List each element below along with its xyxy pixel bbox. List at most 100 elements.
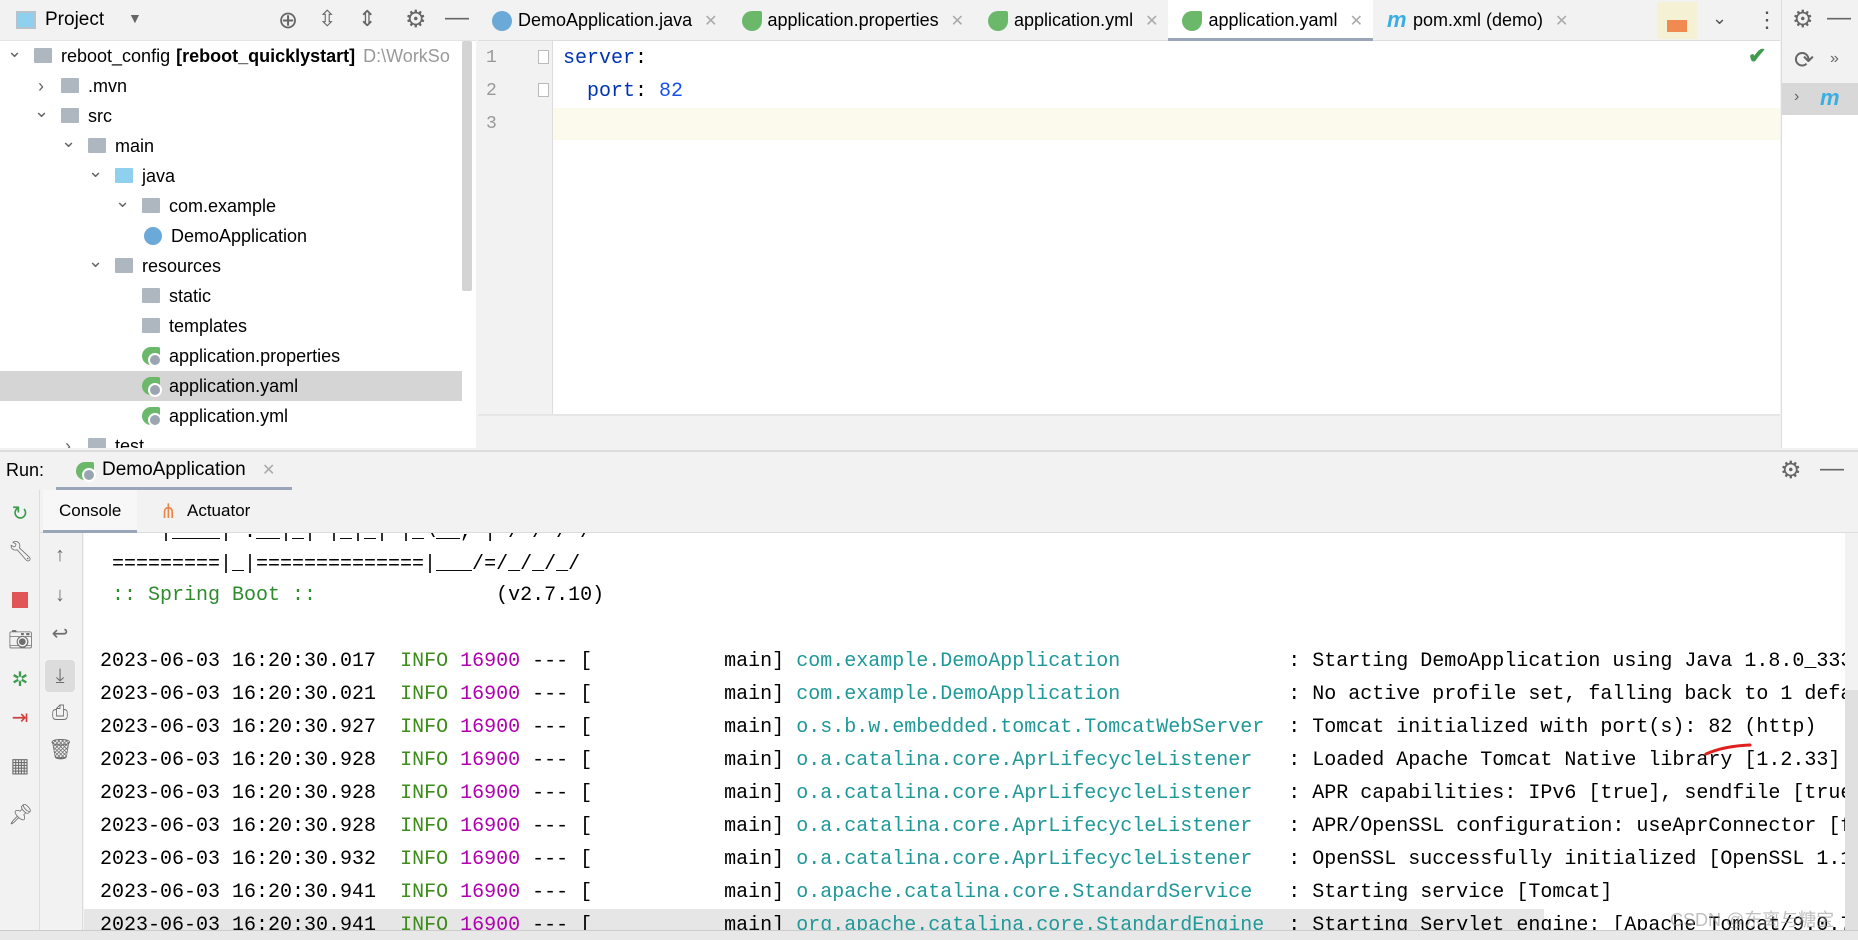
- log-level: INFO: [400, 881, 449, 904]
- fold-marker-icon[interactable]: [538, 50, 549, 64]
- folder-icon: [61, 108, 79, 123]
- log-logger[interactable]: com.example.DemoApplication: [796, 683, 1120, 706]
- minimize-icon[interactable]: —: [445, 4, 469, 32]
- tree-item[interactable]: application.yml: [0, 401, 462, 431]
- xml-file-tab-icon[interactable]: [1657, 2, 1697, 39]
- close-icon[interactable]: ✕: [1350, 11, 1363, 31]
- log-logger[interactable]: o.a.catalina.core.AprLifecycleListener: [796, 749, 1252, 772]
- rerun-icon[interactable]: ↻: [8, 502, 32, 526]
- folder-icon: [61, 78, 79, 93]
- fold-marker-icon[interactable]: [538, 83, 549, 97]
- editor-tab[interactable]: DemoApplication.java ✕: [478, 0, 728, 41]
- locate-icon[interactable]: ⊕: [278, 6, 298, 35]
- close-icon[interactable]: ✕: [1555, 11, 1568, 31]
- log-logger[interactable]: o.apache.catalina.core.StandardService: [796, 881, 1252, 904]
- log-pid: 16900: [460, 815, 521, 838]
- editor-tab[interactable]: application.yml ✕: [974, 0, 1168, 41]
- close-icon[interactable]: ✕: [704, 11, 717, 31]
- maven-project-row[interactable]: › m: [1782, 83, 1858, 115]
- wrench-icon[interactable]: 🔧︎: [8, 540, 33, 564]
- log-message: Starting DemoApplication using Java 1.8.…: [1312, 650, 1845, 673]
- code-editor[interactable]: 1 2 3 ✔ server: port: 82: [478, 41, 1780, 414]
- tree-item[interactable]: templates: [0, 311, 462, 341]
- collapse-all-icon[interactable]: ⇕: [358, 6, 376, 32]
- log-logger[interactable]: o.s.b.w.embedded.tomcat.TomcatWebServer: [796, 716, 1264, 739]
- reload-icon[interactable]: ⟳: [1794, 46, 1814, 75]
- debug-icon[interactable]: ✲: [8, 668, 32, 692]
- tab-label: pom.xml (demo): [1412, 10, 1543, 30]
- tab-list-chevron-icon[interactable]: ⌄: [1712, 8, 1727, 29]
- tab-console[interactable]: Console: [43, 490, 137, 533]
- print-icon[interactable]: ⎙: [48, 701, 72, 725]
- pin-icon[interactable]: 📌︎: [8, 803, 33, 827]
- code-line[interactable]: port: 82: [563, 75, 683, 108]
- chevron-down-icon[interactable]: ▼: [128, 10, 142, 26]
- layout-icon[interactable]: ▦: [8, 754, 32, 778]
- watermark: CSDN @东离与糖宝: [1670, 910, 1835, 930]
- chevron-down-icon[interactable]: ⌄: [88, 246, 103, 276]
- chevron-down-icon[interactable]: ⌄: [34, 96, 49, 126]
- chevron-right-icon[interactable]: ›: [61, 431, 75, 448]
- project-view-selector[interactable]: Project: [45, 9, 104, 31]
- editor-tab[interactable]: m pom.xml (demo) ✕: [1373, 0, 1578, 41]
- console-scrollbar[interactable]: [1845, 690, 1858, 930]
- scroll-to-end-icon[interactable]: ⤓: [45, 660, 75, 692]
- editor-tabs: DemoApplication.java ✕ application.propert…: [478, 0, 1780, 42]
- gear-icon[interactable]: ⚙: [1780, 456, 1802, 485]
- tab-actuator[interactable]: ⋔ Actuator: [150, 490, 280, 533]
- tree-item[interactable]: › test: [0, 431, 462, 448]
- tree-item[interactable]: › .mvn: [0, 71, 462, 101]
- log-logger[interactable]: o.a.catalina.core.AprLifecycleListener: [796, 815, 1252, 838]
- log-logger[interactable]: com.example.DemoApplication: [796, 650, 1120, 673]
- stop-icon[interactable]: [8, 588, 32, 612]
- spring-config-icon: [741, 10, 762, 31]
- tree-item[interactable]: static: [0, 281, 462, 311]
- editor-tab[interactable]: application.properties ✕: [728, 0, 975, 41]
- chevron-down-icon[interactable]: ⌄: [115, 186, 130, 216]
- tree-item[interactable]: ⌄ java: [0, 161, 462, 191]
- camera-icon[interactable]: 📷︎: [8, 628, 33, 652]
- soft-wrap-icon[interactable]: ↩: [48, 622, 72, 646]
- minimize-icon[interactable]: —: [1820, 455, 1844, 483]
- more-options-icon[interactable]: ⋮: [1756, 7, 1778, 33]
- import-icon[interactable]: ⇥: [8, 706, 32, 730]
- code-line[interactable]: server:: [563, 42, 647, 75]
- chevron-down-icon[interactable]: ⌄: [88, 156, 103, 186]
- tree-item-label: .mvn: [88, 76, 128, 96]
- minimize-icon[interactable]: —: [1827, 4, 1851, 32]
- run-config-tab[interactable]: DemoApplication ✕: [56, 452, 292, 490]
- down-arrow-icon[interactable]: ↓: [48, 583, 72, 607]
- log-thread: main: [724, 716, 773, 739]
- no-problems-check-icon[interactable]: ✔: [1748, 43, 1766, 69]
- spring-config-file-icon: [142, 407, 162, 427]
- log-logger[interactable]: org.apache.catalina.core.StandardEngine: [796, 914, 1264, 930]
- console-output[interactable]: ' |____| .__|_| |_|_| |_\__, | / / / / =…: [84, 533, 1845, 930]
- log-logger[interactable]: o.a.catalina.core.AprLifecycleListener: [796, 848, 1252, 871]
- gear-icon[interactable]: ⚙: [1792, 5, 1814, 34]
- tree-scrollbar[interactable]: [462, 41, 472, 291]
- tree-item[interactable]: application.properties: [0, 341, 462, 371]
- close-icon[interactable]: ✕: [1145, 11, 1158, 31]
- project-tree: ⌄ reboot_config [reboot_quicklystart] D:\Wo…: [0, 41, 476, 448]
- close-icon[interactable]: ✕: [262, 460, 275, 480]
- tree-item[interactable]: DemoApplication: [0, 221, 462, 251]
- tree-item[interactable]: ⌄ main: [0, 131, 462, 161]
- run-tool-window-header: Run: DemoApplication ✕ ⚙ —: [0, 450, 1858, 490]
- tree-item[interactable]: ⌄ com.example: [0, 191, 462, 221]
- more-chevron-icon[interactable]: »: [1830, 50, 1839, 68]
- editor-tab[interactable]: application.yaml ✕: [1168, 0, 1374, 42]
- chevron-down-icon[interactable]: ⌄: [7, 41, 22, 66]
- close-icon[interactable]: ✕: [951, 11, 964, 31]
- trash-icon[interactable]: 🗑︎: [48, 738, 73, 762]
- status-bar: [0, 930, 1858, 940]
- expand-all-icon[interactable]: ⇳: [318, 6, 336, 32]
- chevron-down-icon[interactable]: ⌄: [61, 126, 76, 156]
- log-logger[interactable]: o.a.catalina.core.AprLifecycleListener: [796, 782, 1252, 805]
- gear-icon[interactable]: ⚙: [405, 5, 427, 34]
- tree-item[interactable]: application.yaml: [0, 371, 462, 401]
- up-arrow-icon[interactable]: ↑: [48, 543, 72, 567]
- tree-item[interactable]: ⌄ resources: [0, 251, 462, 281]
- tree-item[interactable]: ⌄ reboot_config [reboot_quicklystart] D:\Wo…: [0, 41, 462, 71]
- tab-actuator-label: Actuator: [187, 501, 251, 520]
- tree-item-label: resources: [142, 256, 222, 276]
